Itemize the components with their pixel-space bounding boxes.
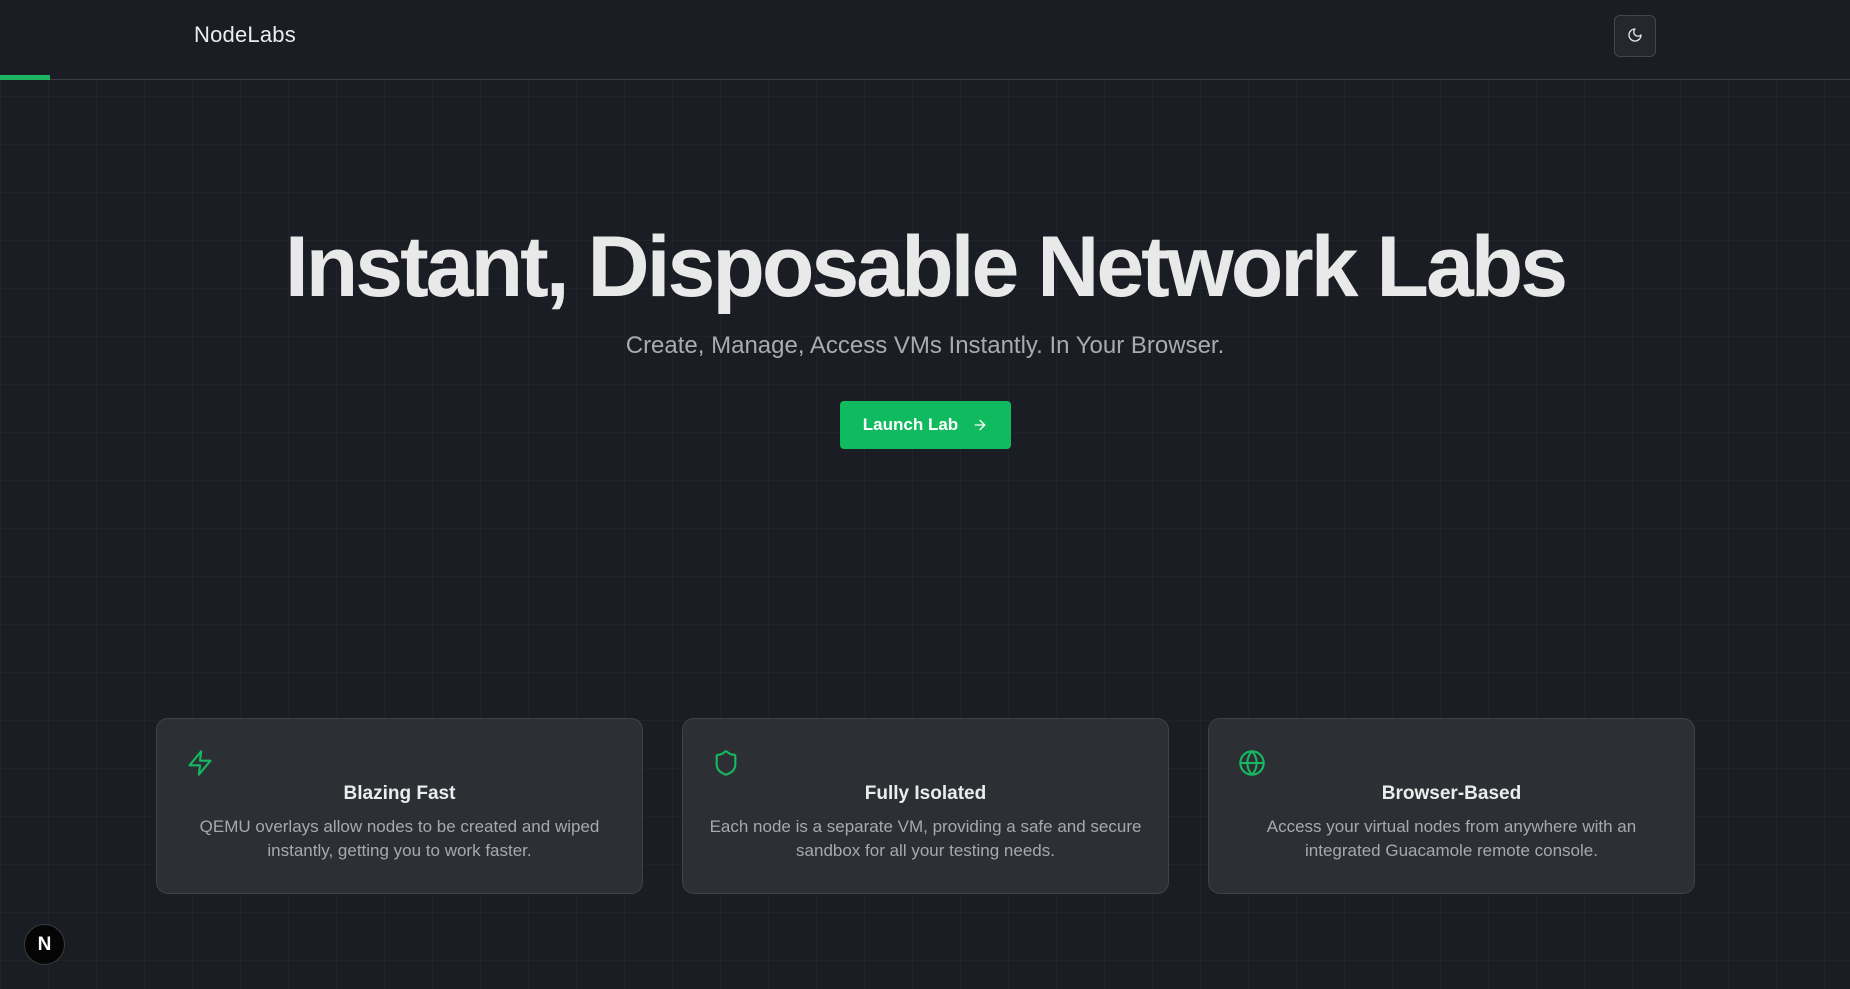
page-load-progress-bar <box>0 75 50 80</box>
feature-card-blazing-fast: Blazing Fast QEMU overlays allow nodes t… <box>156 718 643 894</box>
launch-lab-button[interactable]: Launch Lab <box>840 401 1011 449</box>
globe-icon <box>1238 749 1266 777</box>
feature-card-browser-based: Browser-Based Access your virtual nodes … <box>1208 718 1695 894</box>
top-header: NodeLabs <box>0 0 1850 80</box>
feature-description: Each node is a separate VM, providing a … <box>709 817 1142 860</box>
hero-title: Instant, Disposable Network Labs <box>284 219 1568 315</box>
feature-title: Blazing Fast <box>343 783 456 804</box>
landing-page: NodeLabs Instant, Disposable Network Lab… <box>0 0 1850 989</box>
feature-description: QEMU overlays allow nodes to be created … <box>199 817 600 860</box>
nextjs-logo-icon: N <box>37 933 52 955</box>
feature-description: Access your virtual nodes from anywhere … <box>1266 817 1637 860</box>
shield-icon <box>712 749 740 777</box>
arrow-right-icon <box>972 417 988 433</box>
brand-logo-link[interactable]: NodeLabs <box>194 22 296 48</box>
hero-subtitle: Create, Manage, Access VMs Instantly. In… <box>625 332 1225 359</box>
moon-icon <box>1627 27 1643 46</box>
launch-lab-label: Launch Lab <box>862 415 959 434</box>
feature-title: Fully Isolated <box>864 783 987 804</box>
nextjs-dev-badge[interactable]: N <box>24 924 65 965</box>
feature-card-fully-isolated: Fully Isolated Each node is a separate V… <box>682 718 1169 894</box>
feature-title: Browser-Based <box>1381 783 1522 804</box>
zap-icon <box>186 749 214 777</box>
theme-toggle-button[interactable] <box>1614 15 1656 57</box>
